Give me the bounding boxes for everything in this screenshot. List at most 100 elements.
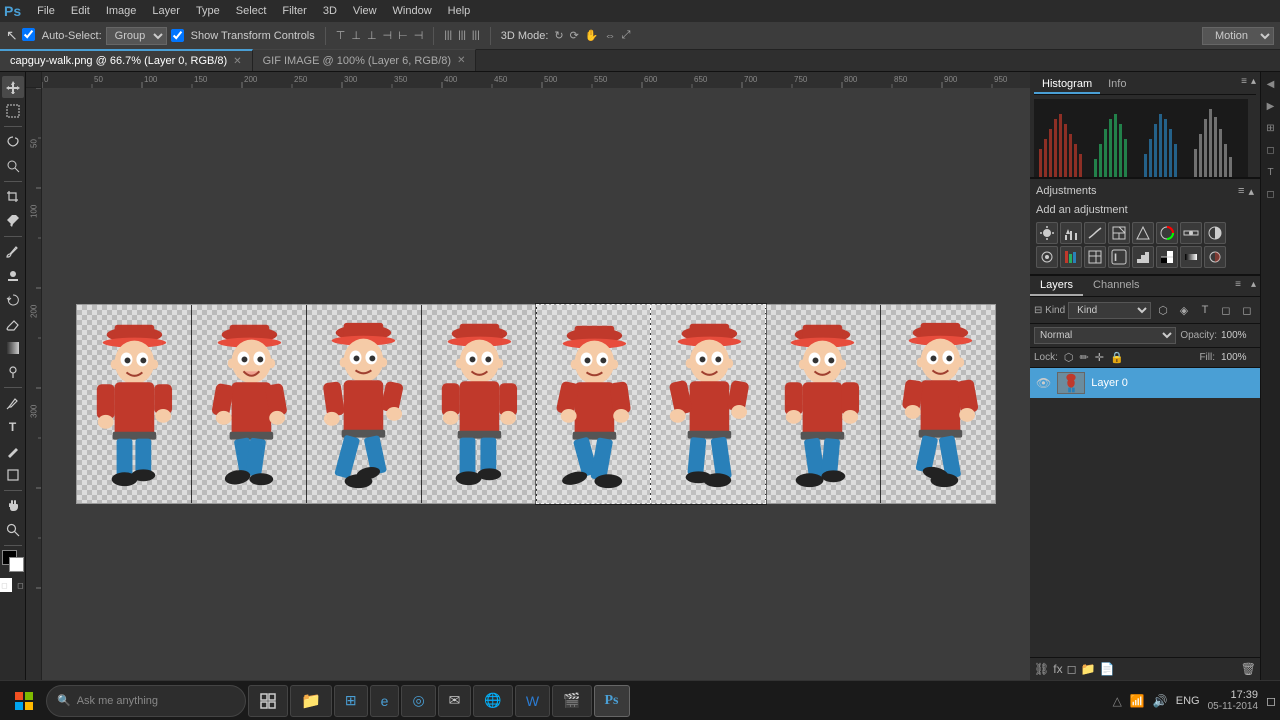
eraser-tool[interactable] bbox=[2, 313, 24, 335]
taskbar-store[interactable]: ⊞ bbox=[334, 685, 368, 717]
link-layers-icon[interactable]: ⛓ bbox=[1034, 662, 1049, 676]
notification-icon[interactable]: △ bbox=[1113, 694, 1122, 708]
layer-visibility-eye[interactable]: 👁 bbox=[1036, 376, 1051, 390]
lock-transparent-icon[interactable]: ⬡ bbox=[1064, 351, 1074, 364]
canvas-content[interactable] bbox=[42, 88, 1030, 680]
adj-selective-color[interactable] bbox=[1204, 246, 1226, 268]
adj-levels[interactable] bbox=[1060, 222, 1082, 244]
marquee-tool[interactable] bbox=[2, 100, 24, 122]
menu-edit[interactable]: Edit bbox=[63, 3, 98, 19]
histogram-collapse[interactable]: ▴ bbox=[1251, 76, 1256, 94]
move-tool[interactable] bbox=[2, 76, 24, 98]
histogram-menu[interactable]: ≡ bbox=[1241, 76, 1247, 94]
blend-mode-select[interactable]: Normal bbox=[1034, 327, 1176, 344]
delete-layer-icon[interactable]: 🗑 bbox=[1241, 662, 1256, 676]
align-left-icon[interactable]: ⊣ bbox=[383, 29, 393, 42]
adj-color-lookup[interactable] bbox=[1084, 246, 1106, 268]
3d-scale-icon[interactable]: ⤢ bbox=[622, 29, 631, 42]
network-icon[interactable]: 📶 bbox=[1130, 694, 1145, 708]
quick-mask-btn[interactable]: ◻ bbox=[0, 578, 12, 592]
adj-brightness[interactable] bbox=[1036, 222, 1058, 244]
history-brush-tool[interactable] bbox=[2, 289, 24, 311]
lock-image-icon[interactable]: ✏ bbox=[1080, 351, 1089, 364]
dodge-tool[interactable] bbox=[2, 361, 24, 383]
action-center-icon[interactable]: ◻ bbox=[1266, 694, 1276, 708]
distribute-icon-1[interactable]: ||| bbox=[444, 30, 452, 41]
start-button[interactable] bbox=[4, 681, 44, 720]
align-right-icon[interactable]: ⊣ bbox=[414, 29, 424, 42]
layers-filter-type[interactable]: T bbox=[1196, 301, 1214, 319]
new-layer-icon[interactable]: 📄 bbox=[1100, 662, 1115, 676]
adj-collapse-icon[interactable]: ▴ bbox=[1248, 185, 1254, 198]
menu-type[interactable]: Type bbox=[188, 3, 228, 19]
menu-layer[interactable]: Layer bbox=[144, 3, 188, 19]
lock-all-icon[interactable]: 🔒 bbox=[1110, 351, 1124, 364]
3d-slide-icon[interactable]: ⇔ bbox=[605, 30, 616, 42]
pen-tool[interactable] bbox=[2, 392, 24, 414]
zoom-tool[interactable] bbox=[2, 519, 24, 541]
path-selection-tool[interactable] bbox=[2, 440, 24, 462]
3d-roll-icon[interactable]: ⟳ bbox=[570, 29, 579, 42]
menu-3d[interactable]: 3D bbox=[315, 3, 345, 19]
layers-filter-adjust[interactable]: ◈ bbox=[1175, 301, 1193, 319]
taskbar-ie[interactable]: ◎ bbox=[401, 685, 435, 717]
taskbar-chrome[interactable]: 🌐 bbox=[473, 685, 512, 717]
menu-help[interactable]: Help bbox=[440, 3, 479, 19]
panel-text2-icon[interactable]: T bbox=[1263, 164, 1279, 180]
menu-file[interactable]: File bbox=[29, 3, 63, 19]
foreground-color[interactable] bbox=[2, 550, 24, 572]
taskbar-photoshop[interactable]: Ps bbox=[594, 685, 630, 717]
tab-gif[interactable]: GIF IMAGE @ 100% (Layer 6, RGB/8) ✕ bbox=[253, 49, 477, 71]
adj-vibrance[interactable] bbox=[1132, 222, 1154, 244]
menu-image[interactable]: Image bbox=[98, 3, 145, 19]
brush-tool[interactable] bbox=[2, 241, 24, 263]
workspace-select[interactable]: Motion bbox=[1202, 27, 1274, 45]
layers-kind-select[interactable]: Kind bbox=[1068, 302, 1151, 319]
adj-exposure[interactable] bbox=[1108, 222, 1130, 244]
layers-filter-shape[interactable]: ◻ bbox=[1217, 301, 1235, 319]
taskbar-film[interactable]: 🎬 bbox=[552, 685, 591, 717]
menu-select[interactable]: Select bbox=[228, 3, 275, 19]
adj-channel-mixer[interactable] bbox=[1060, 246, 1082, 268]
task-view-button[interactable] bbox=[248, 685, 288, 717]
text-tool[interactable]: T bbox=[2, 416, 24, 438]
menu-filter[interactable]: Filter bbox=[274, 3, 314, 19]
panel-grid-icon[interactable]: ⊞ bbox=[1263, 120, 1279, 136]
collapse-panel-icon[interactable]: ◀ bbox=[1263, 76, 1279, 92]
canvas-area[interactable]: 0 50 100 150 200 250 300 350 400 450 bbox=[26, 72, 1030, 680]
adj-menu-icon[interactable]: ≡ bbox=[1238, 185, 1244, 198]
panel-history-icon[interactable]: ▶ bbox=[1263, 98, 1279, 114]
adj-posterize[interactable] bbox=[1132, 246, 1154, 268]
align-top-icon[interactable]: ⊤ bbox=[336, 29, 346, 42]
distribute-icon-3[interactable]: ||| bbox=[472, 30, 480, 41]
layers-collapse-icon[interactable]: ▴ bbox=[1247, 276, 1260, 296]
align-bottom-icon[interactable]: ⊥ bbox=[367, 29, 377, 42]
3d-rotate-icon[interactable]: ↻ bbox=[554, 29, 563, 42]
align-horiz-center-icon[interactable]: ⊢ bbox=[398, 29, 408, 42]
tab-layers[interactable]: Layers bbox=[1030, 276, 1083, 296]
add-mask-icon[interactable]: ◻ bbox=[1067, 662, 1077, 676]
stamp-tool[interactable] bbox=[2, 265, 24, 287]
adj-invert[interactable]: I bbox=[1108, 246, 1130, 268]
adj-colorbalance[interactable] bbox=[1180, 222, 1202, 244]
eyedropper-tool[interactable] bbox=[2, 210, 24, 232]
lock-position-icon[interactable]: ✛ bbox=[1095, 351, 1104, 364]
hand-tool[interactable] bbox=[2, 495, 24, 517]
taskbar-explorer[interactable]: 📁 bbox=[290, 685, 332, 717]
crop-tool[interactable] bbox=[2, 186, 24, 208]
tab-gif-close[interactable]: ✕ bbox=[457, 55, 465, 66]
lasso-tool[interactable] bbox=[2, 131, 24, 153]
new-group-icon[interactable]: 📁 bbox=[1081, 662, 1096, 676]
adj-photo-filter[interactable] bbox=[1036, 246, 1058, 268]
auto-select-checkbox[interactable] bbox=[22, 28, 35, 41]
tab-histogram[interactable]: Histogram bbox=[1034, 76, 1100, 94]
shape-tool[interactable] bbox=[2, 464, 24, 486]
adj-blackwhite[interactable] bbox=[1204, 222, 1226, 244]
tab-capguy-close[interactable]: ✕ bbox=[233, 56, 241, 67]
adj-gradient-map[interactable] bbox=[1180, 246, 1202, 268]
auto-select-type[interactable]: Group bbox=[106, 27, 167, 45]
menu-view[interactable]: View bbox=[345, 3, 385, 19]
show-transform-checkbox[interactable] bbox=[171, 29, 184, 42]
panel-adjust2-icon[interactable]: ◻ bbox=[1263, 142, 1279, 158]
adj-threshold[interactable] bbox=[1156, 246, 1178, 268]
